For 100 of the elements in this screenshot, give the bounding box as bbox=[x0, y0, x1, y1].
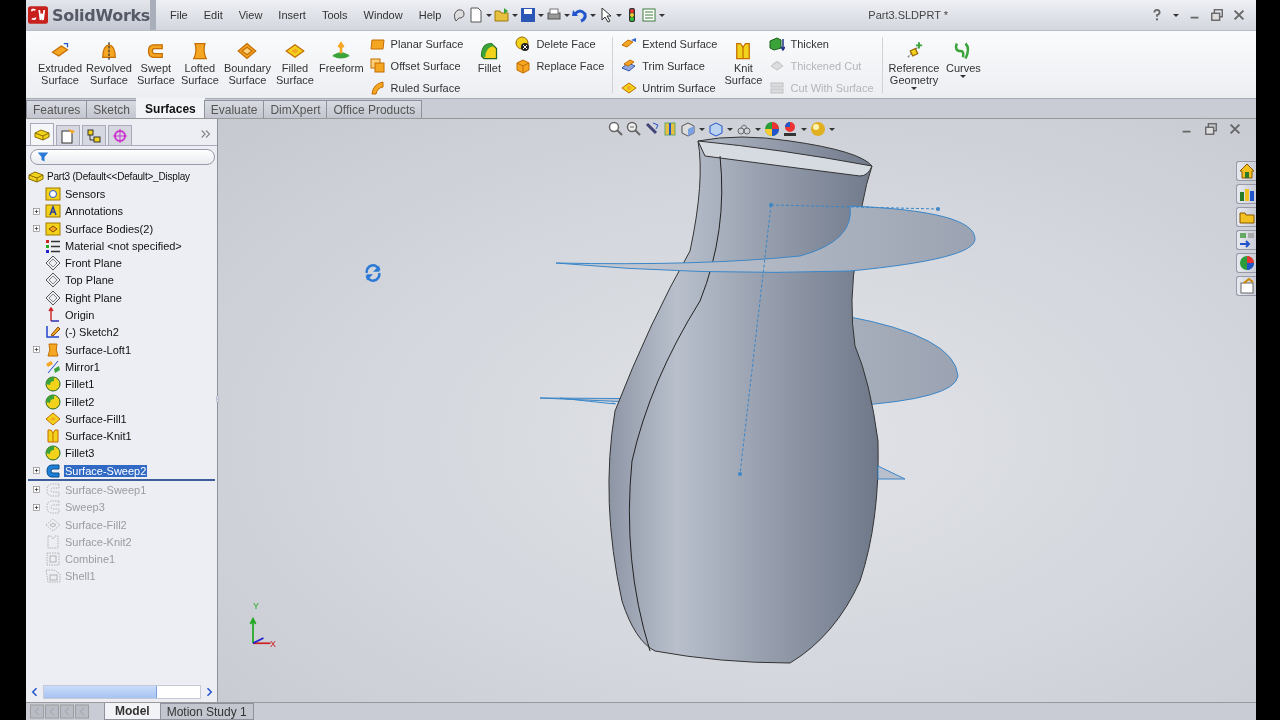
ribbon-button[interactable]: Filled Surface bbox=[273, 31, 317, 86]
ribbon-button[interactable]: Ruled Surface bbox=[369, 78, 464, 98]
expand-chevron-icon[interactable] bbox=[199, 127, 213, 141]
ribbon-button[interactable]: Lofted Surface bbox=[177, 31, 222, 86]
fill-icon bbox=[285, 41, 305, 61]
ribbon-button[interactable]: Knit Surface bbox=[721, 31, 766, 86]
expand-icon[interactable] bbox=[31, 223, 42, 235]
tree-item[interactable]: Part3 (Default<<Default>_Display bbox=[47, 171, 190, 183]
ribbon-button[interactable]: Freeform bbox=[317, 31, 366, 74]
appearance-icon[interactable] bbox=[764, 121, 780, 137]
tree-item[interactable]: (-) Sketch2 bbox=[64, 326, 120, 339]
bottom-tab[interactable]: Model bbox=[104, 703, 161, 720]
task-pane-tab[interactable] bbox=[1236, 253, 1256, 273]
task-pane-tab[interactable] bbox=[1236, 230, 1256, 250]
ribbon-button[interactable]: Swept Surface bbox=[133, 31, 178, 86]
tree-item[interactable]: Top Plane bbox=[64, 274, 115, 287]
menu-item[interactable]: File bbox=[162, 6, 196, 24]
zoom-to-fit-icon[interactable] bbox=[608, 121, 624, 137]
print-icon[interactable] bbox=[546, 7, 563, 23]
command-tab[interactable]: Features bbox=[26, 100, 88, 118]
combine-icon bbox=[45, 551, 61, 568]
close-icon[interactable] bbox=[1232, 8, 1246, 22]
expand-icon[interactable] bbox=[31, 501, 42, 513]
ribbon-button[interactable]: Curves bbox=[941, 31, 986, 78]
thicken-icon bbox=[769, 36, 786, 52]
part-icon bbox=[28, 168, 44, 185]
restore-icon[interactable] bbox=[1204, 122, 1218, 136]
zoom-area-icon[interactable] bbox=[626, 121, 642, 137]
task-pane-tab[interactable] bbox=[1236, 276, 1256, 296]
command-tab[interactable]: Evaluate bbox=[203, 100, 265, 118]
expand-icon[interactable] bbox=[31, 484, 42, 496]
tree-item[interactable]: Material <not specified> bbox=[64, 239, 183, 252]
ribbon-button[interactable]: Delete Face bbox=[515, 34, 605, 54]
loft-icon bbox=[45, 341, 61, 358]
menu-item[interactable]: Tools bbox=[313, 6, 356, 24]
command-tab[interactable]: DimXpert bbox=[263, 100, 328, 118]
tree-item[interactable]: Fillet2 bbox=[64, 395, 96, 408]
tree-item[interactable]: Surface-Fill1 bbox=[64, 412, 128, 425]
sketch-icon bbox=[45, 324, 61, 341]
tree-item[interactable]: Front Plane bbox=[64, 257, 123, 270]
menu-item[interactable]: Edit bbox=[195, 6, 231, 24]
menu-item[interactable]: View bbox=[230, 6, 271, 24]
axis-label: X bbox=[270, 639, 276, 649]
menu-item[interactable]: Window bbox=[355, 6, 411, 24]
ribbon-button[interactable]: Thicken bbox=[769, 34, 874, 54]
panel-tab[interactable] bbox=[108, 125, 132, 145]
ribbon-button[interactable]: Offset Surface bbox=[369, 56, 464, 76]
untrim-icon bbox=[621, 80, 638, 96]
origin-icon bbox=[45, 307, 61, 323]
tree-item[interactable]: Surface-Knit1 bbox=[64, 430, 133, 443]
ribbon-button[interactable]: Extend Surface bbox=[621, 34, 718, 54]
ribbon-button[interactable]: Trim Surface bbox=[621, 56, 718, 76]
open-folder-icon[interactable] bbox=[494, 7, 511, 23]
tree-item[interactable]: Fillet3 bbox=[64, 447, 96, 460]
tree-item[interactable]: Surface-Sweep2 bbox=[64, 464, 148, 477]
tree-item[interactable]: Annotations bbox=[64, 205, 125, 218]
ribbon-button[interactable]: Planar Surface bbox=[369, 34, 464, 54]
tree-item[interactable]: Mirror1 bbox=[64, 360, 101, 373]
ribbon-button[interactable]: Boundary Surface bbox=[221, 31, 273, 86]
close-icon[interactable] bbox=[1228, 122, 1242, 136]
menu-item[interactable]: Help bbox=[410, 6, 450, 24]
expand-icon[interactable] bbox=[31, 465, 42, 477]
new-document-icon[interactable] bbox=[468, 7, 485, 23]
filter-field[interactable] bbox=[30, 149, 215, 165]
panel-tab[interactable] bbox=[56, 125, 80, 145]
tree-item[interactable]: Right Plane bbox=[64, 291, 123, 304]
command-tab[interactable]: Surfaces bbox=[136, 98, 205, 118]
previous-view-icon[interactable] bbox=[644, 121, 660, 137]
ribbon-button[interactable]: Replace Face bbox=[515, 56, 605, 76]
view-orientation-icon[interactable] bbox=[680, 121, 696, 137]
panel-tab[interactable] bbox=[82, 125, 106, 145]
tree-item[interactable]: Fillet1 bbox=[64, 378, 96, 391]
ribbon-button[interactable]: Extruded Surface bbox=[36, 31, 85, 86]
tree-item[interactable]: Origin bbox=[64, 309, 96, 321]
task-pane-tab[interactable] bbox=[1236, 184, 1256, 204]
section-view-icon[interactable] bbox=[662, 121, 678, 137]
task-pane-tab[interactable] bbox=[1236, 207, 1256, 227]
save-icon[interactable] bbox=[520, 7, 537, 23]
dropdown-caret-icon bbox=[699, 127, 705, 131]
ribbon-button[interactable]: Untrim Surface bbox=[621, 78, 718, 98]
tree-item[interactable]: Sensors bbox=[64, 187, 107, 200]
ribbon-button[interactable]: Reference Geometry bbox=[886, 31, 942, 90]
task-pane-tab[interactable] bbox=[1236, 161, 1256, 181]
horizontal-scrollbar[interactable] bbox=[43, 685, 201, 699]
scene-icon[interactable] bbox=[782, 121, 798, 137]
command-tab[interactable]: Sketch bbox=[86, 100, 138, 118]
menu-item[interactable]: Insert bbox=[270, 6, 314, 24]
ribbon-button[interactable]: Fillet bbox=[467, 31, 512, 74]
command-tab[interactable]: Office Products bbox=[326, 100, 423, 118]
hint-icon[interactable] bbox=[451, 7, 468, 23]
panel-tab[interactable] bbox=[30, 123, 54, 145]
tree-item[interactable]: Surface Bodies(2) bbox=[64, 222, 155, 235]
tree-item[interactable]: Surface-Loft1 bbox=[64, 343, 133, 356]
expand-icon[interactable] bbox=[31, 344, 42, 356]
rollback-bar[interactable] bbox=[28, 479, 215, 482]
bottom-tab[interactable]: Motion Study 1 bbox=[159, 703, 254, 720]
ribbon-button[interactable]: Revolved Surface bbox=[84, 31, 134, 86]
expand-icon[interactable] bbox=[31, 205, 42, 217]
undo-icon[interactable] bbox=[572, 7, 589, 23]
restore-icon[interactable] bbox=[1210, 8, 1224, 22]
